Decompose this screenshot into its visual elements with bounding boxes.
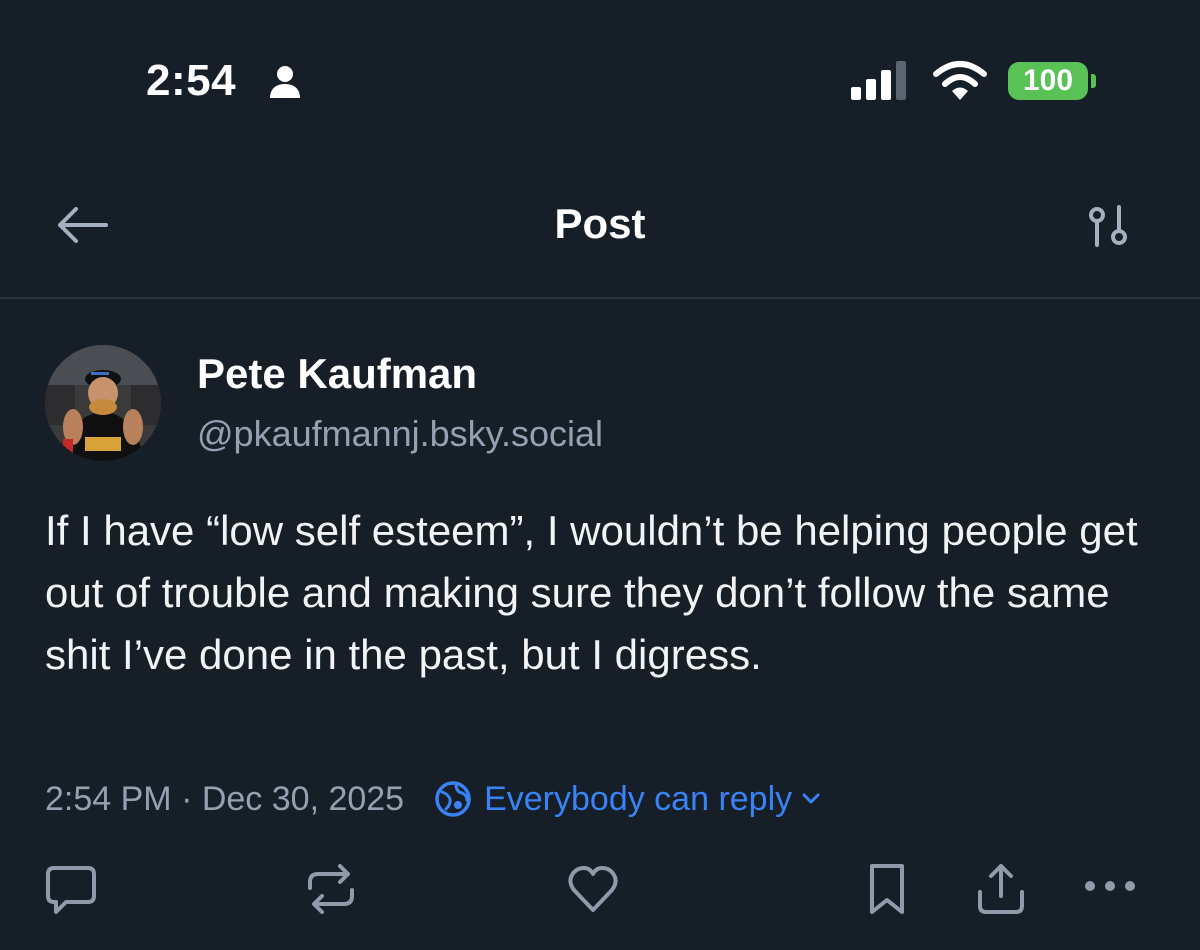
chevron-down-icon <box>802 793 820 804</box>
repost-icon[interactable] <box>304 862 358 916</box>
status-bar: 2:54 100 <box>0 0 1200 150</box>
post-meta: 2:54 PM · Dec 30, 2025 Everybody can rep… <box>45 775 820 823</box>
more-icon[interactable] <box>1082 862 1138 916</box>
battery-indicator: 100 <box>1008 62 1088 100</box>
avatar-image <box>45 345 161 461</box>
author-name[interactable]: Pete Kaufman <box>197 350 477 398</box>
status-time: 2:54 <box>146 56 237 105</box>
wifi-icon <box>933 61 987 100</box>
page-title: Post <box>554 200 646 247</box>
share-icon[interactable] <box>974 862 1028 916</box>
header-divider <box>0 297 1200 299</box>
person-icon <box>270 66 300 98</box>
post-header: Post <box>0 175 1200 275</box>
globe-icon <box>435 781 471 817</box>
battery-level: 100 <box>1022 64 1074 97</box>
bookmark-icon[interactable] <box>860 862 914 916</box>
avatar[interactable] <box>45 345 161 461</box>
post-text: If I have “low self esteem”, I wouldn’t … <box>45 507 1138 678</box>
author-handle[interactable]: @pkaufmannj.bsky.social <box>197 413 603 455</box>
reply-setting-label: Everybody can reply <box>484 779 793 818</box>
like-icon[interactable] <box>566 862 620 916</box>
signal-icon <box>851 61 906 100</box>
reply-setting-button[interactable]: Everybody can reply <box>434 780 820 819</box>
battery-tip <box>1091 74 1096 88</box>
reply-icon[interactable] <box>44 862 98 916</box>
post-timestamp: 2:54 PM · Dec 30, 2025 <box>45 779 405 818</box>
sliders-icon[interactable] <box>1086 203 1132 249</box>
